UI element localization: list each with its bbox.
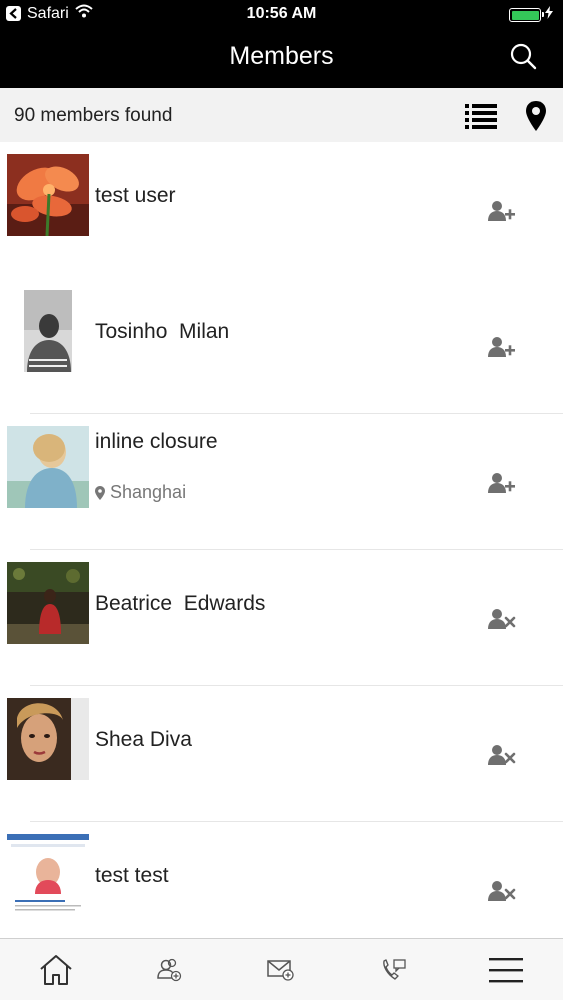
nav-bar: Members bbox=[0, 28, 563, 88]
member-name[interactable]: test test bbox=[95, 864, 169, 888]
results-header: 90 members found bbox=[0, 88, 563, 142]
search-button[interactable] bbox=[509, 42, 539, 72]
map-pin-icon bbox=[526, 101, 546, 131]
list-view-button[interactable] bbox=[464, 102, 498, 130]
call-icon bbox=[383, 959, 406, 980]
tab-calls[interactable] bbox=[338, 939, 450, 1000]
mail-icon bbox=[267, 960, 294, 981]
member-count: 90 members found bbox=[14, 105, 173, 126]
status-bar: Safari 10:56 AM bbox=[0, 0, 563, 28]
members-icon bbox=[157, 958, 182, 982]
member-row[interactable]: Beatrice Edwards bbox=[0, 550, 563, 686]
tab-members[interactable] bbox=[113, 939, 225, 1000]
avatar[interactable] bbox=[7, 698, 89, 780]
add-friend-button[interactable] bbox=[488, 472, 516, 494]
status-time: 10:56 AM bbox=[246, 5, 317, 22]
list-icon bbox=[465, 104, 497, 129]
add-friend-button[interactable] bbox=[488, 336, 516, 358]
menu-icon bbox=[489, 958, 523, 983]
remove-friend-button[interactable] bbox=[488, 744, 516, 766]
tab-messages[interactable] bbox=[225, 939, 337, 1000]
charging-icon bbox=[545, 6, 553, 24]
tab-menu[interactable] bbox=[450, 939, 562, 1000]
member-name[interactable]: Shea Diva bbox=[95, 728, 192, 752]
member-row[interactable]: Tosinho Milan bbox=[0, 278, 563, 414]
location-text: Shanghai bbox=[110, 482, 187, 502]
location-pin-icon bbox=[95, 485, 105, 500]
member-name[interactable]: test user bbox=[95, 184, 176, 208]
add-friend-button[interactable] bbox=[488, 200, 516, 222]
page-title: Members bbox=[229, 42, 334, 70]
member-location: Shanghai bbox=[95, 482, 186, 503]
search-icon bbox=[510, 43, 537, 70]
member-row[interactable]: test test bbox=[0, 822, 563, 938]
map-view-button[interactable] bbox=[524, 100, 548, 132]
member-row[interactable]: Shea Diva bbox=[0, 686, 563, 822]
status-right bbox=[509, 6, 553, 24]
avatar[interactable] bbox=[7, 426, 89, 508]
avatar[interactable] bbox=[7, 834, 89, 916]
avatar[interactable] bbox=[7, 290, 89, 372]
remove-user-icon bbox=[488, 745, 516, 765]
avatar[interactable] bbox=[7, 154, 89, 236]
add-user-icon bbox=[488, 201, 515, 221]
member-name[interactable]: inline closure bbox=[95, 430, 218, 454]
avatar[interactable] bbox=[7, 562, 89, 644]
remove-user-icon bbox=[488, 609, 516, 629]
member-name[interactable]: Beatrice Edwards bbox=[95, 592, 265, 616]
add-user-icon bbox=[488, 473, 515, 493]
battery-icon bbox=[509, 8, 544, 22]
tab-bar bbox=[0, 938, 563, 1000]
member-row[interactable]: test user bbox=[0, 142, 563, 278]
member-row[interactable]: inline closure Shanghai bbox=[0, 414, 563, 550]
remove-user-icon bbox=[488, 881, 516, 901]
remove-friend-button[interactable] bbox=[488, 608, 516, 630]
home-icon bbox=[40, 955, 72, 985]
tab-home[interactable] bbox=[0, 939, 112, 1000]
member-list[interactable]: test user Tosinho Milan inline closure S… bbox=[0, 142, 563, 938]
member-name[interactable]: Tosinho Milan bbox=[95, 320, 229, 344]
add-user-icon bbox=[488, 337, 515, 357]
remove-friend-button[interactable] bbox=[488, 880, 516, 902]
